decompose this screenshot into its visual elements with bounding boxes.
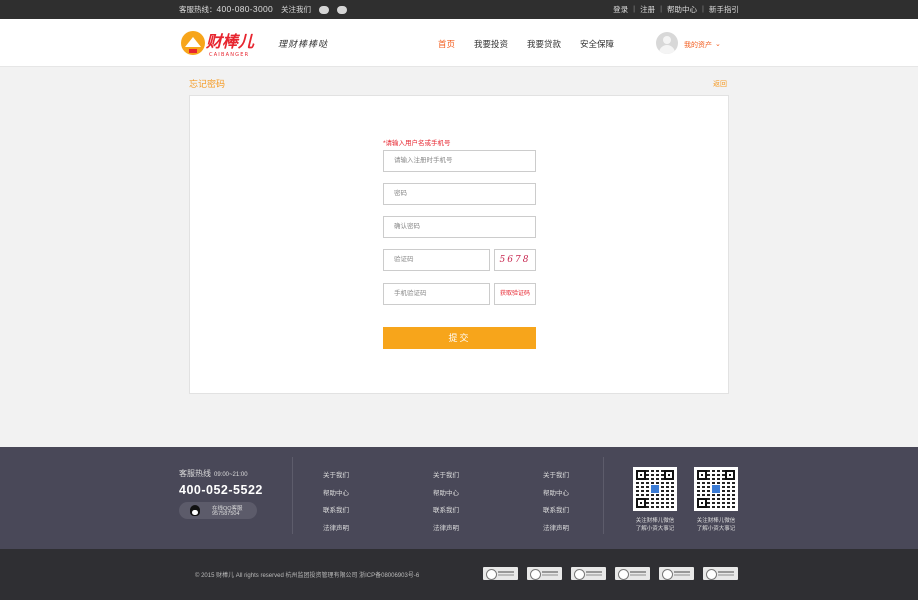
back-link[interactable]: 返回 <box>713 79 727 89</box>
slogan: 理财棒棒哒 <box>278 40 329 50</box>
header: 财棒儿 CAIBANGER 理财棒棒哒 首页 我要投资 我要贷款 安全保障 我的… <box>0 19 918 67</box>
footer-phone: 400-052-5522 <box>179 483 263 497</box>
qr-caption-line: 了解小资大事记 <box>696 526 736 532</box>
bottom-bar: © 2015 财棒儿 All rights reserved 杭州监团投资管理有… <box>0 549 918 600</box>
trust-badge-icon[interactable] <box>703 567 738 580</box>
main-nav: 首页 我要投资 我要贷款 安全保障 <box>438 38 614 50</box>
beginner-guide-link[interactable]: 新手指引 <box>709 4 739 15</box>
trust-badge-icon[interactable] <box>527 567 562 580</box>
page-title: 忘记密码 <box>189 79 226 89</box>
footer-link-about[interactable]: 关于我们 <box>323 467 349 485</box>
logo-subtext: CAIBANGER <box>209 52 249 58</box>
separator: | <box>660 4 663 13</box>
qq-number: 957587504 <box>212 511 240 517</box>
hotline-label: 客服热线： <box>179 5 217 14</box>
wechat-qr-code <box>694 467 738 511</box>
qr-caption: 关注财棒儿微信 了解小资大事记 <box>691 517 741 533</box>
reset-password-card: *请输入用户名或手机号 请输入注册时手机号 密码 确认密码 验证码 5678 手… <box>189 95 729 394</box>
nav-loan[interactable]: 我要贷款 <box>527 38 561 50</box>
footer-hotline-label: 客服热线 <box>179 469 211 478</box>
follow-label: 关注我们 <box>281 5 312 14</box>
footer-link-legal[interactable]: 法律声明 <box>433 520 459 538</box>
form-hint: *请输入用户名或手机号 <box>383 140 451 147</box>
footer-link-help[interactable]: 帮助中心 <box>323 485 349 503</box>
confirm-password-input[interactable]: 确认密码 <box>383 216 536 238</box>
footer-link-about[interactable]: 关于我们 <box>433 467 459 485</box>
submit-button[interactable]: 提交 <box>383 327 536 349</box>
qq-service-button[interactable]: 在线QQ客服 957587504 <box>179 502 257 519</box>
logo-text: 财棒儿 <box>205 32 255 51</box>
captcha-input[interactable]: 验证码 <box>383 249 490 271</box>
footer-link-contact[interactable]: 联系我们 <box>433 502 459 520</box>
footer-column: 关于我们 帮助中心 联系我们 法律声明 <box>433 467 459 537</box>
footer-link-help[interactable]: 帮助中心 <box>543 485 569 503</box>
footer-link-contact[interactable]: 联系我们 <box>543 502 569 520</box>
qr-caption-line: 关注财棒儿微信 <box>635 518 675 524</box>
weibo-icon[interactable] <box>337 5 348 14</box>
help-center-link[interactable]: 帮助中心 <box>667 4 697 15</box>
footer-column: 关于我们 帮助中心 联系我们 法律声明 <box>543 467 569 537</box>
footer-column: 关于我们 帮助中心 联系我们 法律声明 <box>323 467 349 537</box>
wechat-qr-code <box>633 467 677 511</box>
logo[interactable]: 财棒儿 CAIBANGER <box>179 27 269 59</box>
qr-caption: 关注财棒儿微信 了解小资大事记 <box>630 517 680 533</box>
footer-link-contact[interactable]: 联系我们 <box>323 502 349 520</box>
my-assets-menu[interactable]: 我的资产 ⌄ <box>684 40 721 50</box>
trust-badge-icon[interactable] <box>483 567 518 580</box>
trust-badges <box>483 567 738 580</box>
qr-caption-line: 关注财棒儿微信 <box>696 518 736 524</box>
footer-link-help[interactable]: 帮助中心 <box>433 485 459 503</box>
footer-hotline: 客服热线 09:00~21:00 <box>179 468 248 479</box>
password-input[interactable]: 密码 <box>383 183 536 205</box>
footer-link-legal[interactable]: 法律声明 <box>543 520 569 538</box>
footer-link-about[interactable]: 关于我们 <box>543 467 569 485</box>
captcha-image[interactable]: 5678 <box>494 249 536 271</box>
login-link[interactable]: 登录 <box>613 4 628 15</box>
sms-code-input[interactable]: 手机验证码 <box>383 283 490 305</box>
trust-badge-icon[interactable] <box>571 567 606 580</box>
footer-link-legal[interactable]: 法律声明 <box>323 520 349 538</box>
chevron-down-icon: ⌄ <box>715 41 721 48</box>
username-input[interactable]: 请输入注册时手机号 <box>383 150 536 172</box>
nav-home[interactable]: 首页 <box>438 38 455 50</box>
divider <box>292 457 293 534</box>
copyright: © 2015 财棒儿 All rights reserved 杭州监团投资管理有… <box>195 573 420 579</box>
topbar-left: 客服热线：400-080-3000 关注我们 <box>179 4 348 15</box>
divider <box>603 457 604 534</box>
get-code-button[interactable]: 获取验证码 <box>494 283 536 305</box>
trust-badge-icon[interactable] <box>659 567 694 580</box>
top-bar: 客服热线：400-080-3000 关注我们 登录 | 注册 | 帮助中心 | … <box>0 0 918 19</box>
register-link[interactable]: 注册 <box>640 4 655 15</box>
footer: 客服热线 09:00~21:00 400-052-5522 在线QQ客服 9575… <box>0 447 918 549</box>
wechat-icon[interactable] <box>319 5 330 14</box>
separator: | <box>633 4 636 13</box>
my-assets-label: 我的资产 <box>684 42 712 49</box>
qr-caption-line: 了解小资大事记 <box>635 526 675 532</box>
footer-hotline-hours: 09:00~21:00 <box>214 472 248 478</box>
separator: | <box>702 4 704 13</box>
trust-badge-icon[interactable] <box>615 567 650 580</box>
avatar[interactable] <box>656 32 678 54</box>
nav-invest[interactable]: 我要投资 <box>474 38 508 50</box>
hotline-number: 400-080-3000 <box>216 4 274 14</box>
nav-security[interactable]: 安全保障 <box>580 38 614 50</box>
qq-icon <box>190 505 200 516</box>
hotline: 客服热线：400-080-3000 <box>179 4 273 15</box>
topbar-links: 登录 | 注册 | 帮助中心 | 新手指引 <box>613 4 739 15</box>
